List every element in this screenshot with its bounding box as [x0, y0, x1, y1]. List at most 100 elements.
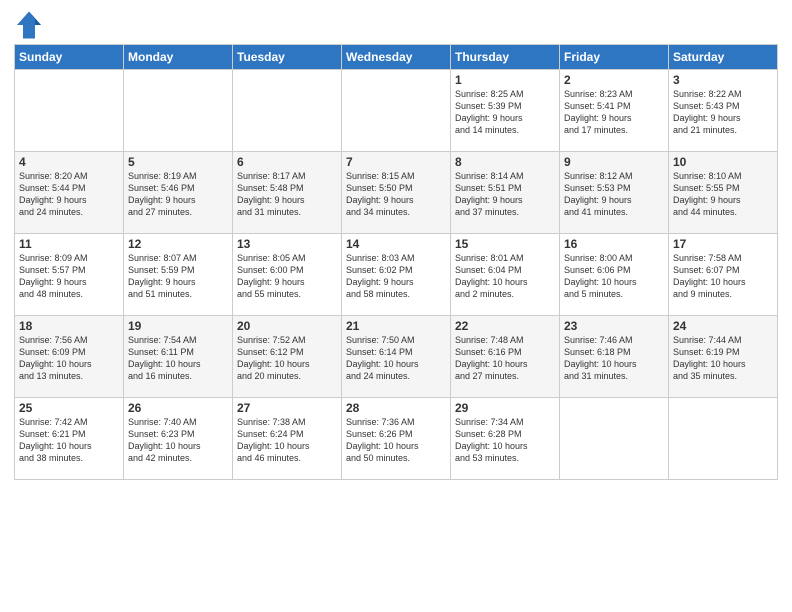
col-header-monday: Monday	[124, 45, 233, 70]
calendar-cell: 10Sunrise: 8:10 AM Sunset: 5:55 PM Dayli…	[669, 152, 778, 234]
calendar-cell: 20Sunrise: 7:52 AM Sunset: 6:12 PM Dayli…	[233, 316, 342, 398]
day-info: Sunrise: 8:10 AM Sunset: 5:55 PM Dayligh…	[673, 170, 773, 219]
day-info: Sunrise: 8:00 AM Sunset: 6:06 PM Dayligh…	[564, 252, 664, 301]
calendar-cell: 14Sunrise: 8:03 AM Sunset: 6:02 PM Dayli…	[342, 234, 451, 316]
calendar-cell: 23Sunrise: 7:46 AM Sunset: 6:18 PM Dayli…	[560, 316, 669, 398]
day-number: 15	[455, 237, 555, 251]
day-number: 7	[346, 155, 446, 169]
calendar-cell: 11Sunrise: 8:09 AM Sunset: 5:57 PM Dayli…	[15, 234, 124, 316]
day-info: Sunrise: 7:52 AM Sunset: 6:12 PM Dayligh…	[237, 334, 337, 383]
day-number: 25	[19, 401, 119, 415]
calendar-cell: 16Sunrise: 8:00 AM Sunset: 6:06 PM Dayli…	[560, 234, 669, 316]
day-info: Sunrise: 8:14 AM Sunset: 5:51 PM Dayligh…	[455, 170, 555, 219]
day-number: 12	[128, 237, 228, 251]
day-number: 11	[19, 237, 119, 251]
day-info: Sunrise: 7:44 AM Sunset: 6:19 PM Dayligh…	[673, 334, 773, 383]
week-row-3: 11Sunrise: 8:09 AM Sunset: 5:57 PM Dayli…	[15, 234, 778, 316]
calendar-cell: 12Sunrise: 8:07 AM Sunset: 5:59 PM Dayli…	[124, 234, 233, 316]
day-number: 23	[564, 319, 664, 333]
calendar-cell: 18Sunrise: 7:56 AM Sunset: 6:09 PM Dayli…	[15, 316, 124, 398]
calendar-cell: 26Sunrise: 7:40 AM Sunset: 6:23 PM Dayli…	[124, 398, 233, 480]
day-number: 16	[564, 237, 664, 251]
calendar-cell: 7Sunrise: 8:15 AM Sunset: 5:50 PM Daylig…	[342, 152, 451, 234]
day-number: 24	[673, 319, 773, 333]
calendar-cell: 9Sunrise: 8:12 AM Sunset: 5:53 PM Daylig…	[560, 152, 669, 234]
calendar-cell	[560, 398, 669, 480]
calendar-cell	[669, 398, 778, 480]
day-number: 10	[673, 155, 773, 169]
calendar-cell: 15Sunrise: 8:01 AM Sunset: 6:04 PM Dayli…	[451, 234, 560, 316]
calendar-cell: 6Sunrise: 8:17 AM Sunset: 5:48 PM Daylig…	[233, 152, 342, 234]
col-header-friday: Friday	[560, 45, 669, 70]
day-info: Sunrise: 7:36 AM Sunset: 6:26 PM Dayligh…	[346, 416, 446, 465]
day-number: 29	[455, 401, 555, 415]
day-info: Sunrise: 8:23 AM Sunset: 5:41 PM Dayligh…	[564, 88, 664, 137]
calendar-table: SundayMondayTuesdayWednesdayThursdayFrid…	[14, 44, 778, 480]
col-header-saturday: Saturday	[669, 45, 778, 70]
header-row: SundayMondayTuesdayWednesdayThursdayFrid…	[15, 45, 778, 70]
col-header-thursday: Thursday	[451, 45, 560, 70]
day-info: Sunrise: 8:12 AM Sunset: 5:53 PM Dayligh…	[564, 170, 664, 219]
page-container: SundayMondayTuesdayWednesdayThursdayFrid…	[0, 0, 792, 490]
calendar-cell: 25Sunrise: 7:42 AM Sunset: 6:21 PM Dayli…	[15, 398, 124, 480]
logo-icon	[14, 10, 44, 40]
calendar-cell	[15, 70, 124, 152]
day-number: 4	[19, 155, 119, 169]
calendar-cell: 19Sunrise: 7:54 AM Sunset: 6:11 PM Dayli…	[124, 316, 233, 398]
day-number: 5	[128, 155, 228, 169]
day-info: Sunrise: 8:15 AM Sunset: 5:50 PM Dayligh…	[346, 170, 446, 219]
calendar-cell	[124, 70, 233, 152]
day-number: 8	[455, 155, 555, 169]
calendar-cell: 21Sunrise: 7:50 AM Sunset: 6:14 PM Dayli…	[342, 316, 451, 398]
calendar-cell: 2Sunrise: 8:23 AM Sunset: 5:41 PM Daylig…	[560, 70, 669, 152]
logo	[14, 10, 48, 40]
day-info: Sunrise: 8:22 AM Sunset: 5:43 PM Dayligh…	[673, 88, 773, 137]
calendar-cell: 13Sunrise: 8:05 AM Sunset: 6:00 PM Dayli…	[233, 234, 342, 316]
day-number: 2	[564, 73, 664, 87]
calendar-cell	[342, 70, 451, 152]
day-info: Sunrise: 8:01 AM Sunset: 6:04 PM Dayligh…	[455, 252, 555, 301]
day-number: 22	[455, 319, 555, 333]
calendar-cell: 22Sunrise: 7:48 AM Sunset: 6:16 PM Dayli…	[451, 316, 560, 398]
day-info: Sunrise: 8:20 AM Sunset: 5:44 PM Dayligh…	[19, 170, 119, 219]
week-row-2: 4Sunrise: 8:20 AM Sunset: 5:44 PM Daylig…	[15, 152, 778, 234]
day-number: 9	[564, 155, 664, 169]
calendar-cell: 17Sunrise: 7:58 AM Sunset: 6:07 PM Dayli…	[669, 234, 778, 316]
calendar-cell: 8Sunrise: 8:14 AM Sunset: 5:51 PM Daylig…	[451, 152, 560, 234]
calendar-cell	[233, 70, 342, 152]
calendar-cell: 1Sunrise: 8:25 AM Sunset: 5:39 PM Daylig…	[451, 70, 560, 152]
day-number: 17	[673, 237, 773, 251]
calendar-cell: 29Sunrise: 7:34 AM Sunset: 6:28 PM Dayli…	[451, 398, 560, 480]
calendar-cell: 24Sunrise: 7:44 AM Sunset: 6:19 PM Dayli…	[669, 316, 778, 398]
col-header-wednesday: Wednesday	[342, 45, 451, 70]
day-info: Sunrise: 7:58 AM Sunset: 6:07 PM Dayligh…	[673, 252, 773, 301]
day-number: 6	[237, 155, 337, 169]
col-header-tuesday: Tuesday	[233, 45, 342, 70]
day-info: Sunrise: 7:54 AM Sunset: 6:11 PM Dayligh…	[128, 334, 228, 383]
day-number: 13	[237, 237, 337, 251]
day-number: 3	[673, 73, 773, 87]
calendar-cell: 3Sunrise: 8:22 AM Sunset: 5:43 PM Daylig…	[669, 70, 778, 152]
day-info: Sunrise: 8:19 AM Sunset: 5:46 PM Dayligh…	[128, 170, 228, 219]
day-info: Sunrise: 8:25 AM Sunset: 5:39 PM Dayligh…	[455, 88, 555, 137]
day-info: Sunrise: 7:48 AM Sunset: 6:16 PM Dayligh…	[455, 334, 555, 383]
day-number: 21	[346, 319, 446, 333]
day-info: Sunrise: 7:42 AM Sunset: 6:21 PM Dayligh…	[19, 416, 119, 465]
day-info: Sunrise: 8:07 AM Sunset: 5:59 PM Dayligh…	[128, 252, 228, 301]
day-number: 28	[346, 401, 446, 415]
calendar-cell: 27Sunrise: 7:38 AM Sunset: 6:24 PM Dayli…	[233, 398, 342, 480]
day-number: 18	[19, 319, 119, 333]
day-number: 27	[237, 401, 337, 415]
header	[14, 10, 778, 40]
day-info: Sunrise: 7:56 AM Sunset: 6:09 PM Dayligh…	[19, 334, 119, 383]
day-number: 19	[128, 319, 228, 333]
week-row-5: 25Sunrise: 7:42 AM Sunset: 6:21 PM Dayli…	[15, 398, 778, 480]
day-info: Sunrise: 8:05 AM Sunset: 6:00 PM Dayligh…	[237, 252, 337, 301]
day-number: 20	[237, 319, 337, 333]
day-info: Sunrise: 8:17 AM Sunset: 5:48 PM Dayligh…	[237, 170, 337, 219]
day-info: Sunrise: 7:50 AM Sunset: 6:14 PM Dayligh…	[346, 334, 446, 383]
day-info: Sunrise: 8:09 AM Sunset: 5:57 PM Dayligh…	[19, 252, 119, 301]
day-number: 14	[346, 237, 446, 251]
day-info: Sunrise: 7:38 AM Sunset: 6:24 PM Dayligh…	[237, 416, 337, 465]
day-number: 26	[128, 401, 228, 415]
